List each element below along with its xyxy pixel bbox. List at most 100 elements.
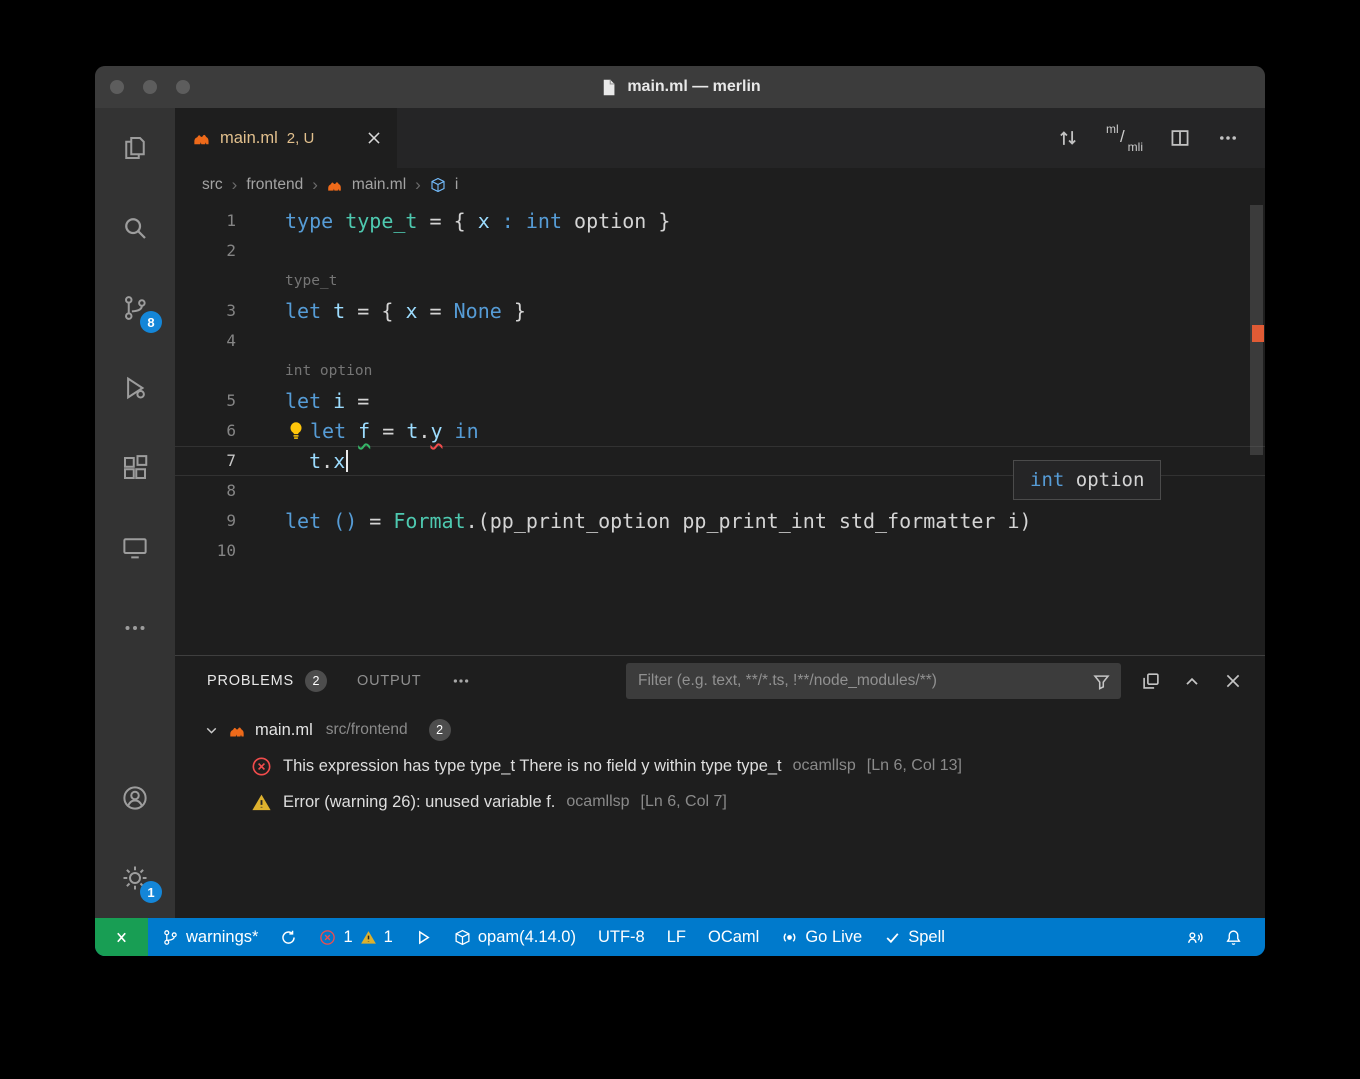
switch-impl-intf-button[interactable]: ml/mli xyxy=(1105,122,1143,154)
code-line[interactable]: 4 xyxy=(175,326,1265,356)
close-tab-icon[interactable] xyxy=(365,129,383,147)
open-changes-icon[interactable] xyxy=(1057,127,1079,149)
code-text: let () = Format.(pp_print_option pp_prin… xyxy=(285,506,1032,536)
status-remote[interactable] xyxy=(95,918,148,956)
window-title: main.ml — merlin xyxy=(599,78,760,97)
activity-bar-more[interactable] xyxy=(95,588,175,668)
status-problems-counts[interactable]: 11 xyxy=(308,918,403,956)
tab-label: main.ml xyxy=(220,129,278,148)
status-debug[interactable] xyxy=(404,918,443,956)
line-number: 5 xyxy=(175,386,245,416)
inline-type-hint-row: int option xyxy=(175,356,1265,386)
code-line[interactable]: 9let () = Format.(pp_print_option pp_pri… xyxy=(175,506,1265,536)
line-number: 4 xyxy=(175,326,245,356)
problems-filter[interactable] xyxy=(626,663,1121,699)
problems-file-path: src/frontend xyxy=(326,721,408,739)
status-encoding[interactable]: UTF-8 xyxy=(587,918,656,956)
activity-bar-run-debug[interactable] xyxy=(95,348,175,428)
output-tab-label: OUTPUT xyxy=(357,673,421,689)
problem-message: This expression has type type_t There is… xyxy=(283,757,782,776)
split-editor-icon[interactable] xyxy=(1169,127,1191,149)
minimize-window-button[interactable] xyxy=(143,80,157,94)
problem-location: [Ln 6, Col 7] xyxy=(641,793,727,811)
code-line[interactable]: 2 xyxy=(175,236,1265,266)
breadcrumb-symbol[interactable]: i xyxy=(455,176,458,194)
activity-bar-search[interactable] xyxy=(95,188,175,268)
code-line[interactable]: 3let t = { x = None } xyxy=(175,296,1265,326)
status-branch[interactable]: warnings* xyxy=(151,918,269,956)
status-notifications[interactable] xyxy=(1214,918,1253,956)
chevron-down-icon[interactable] xyxy=(203,722,220,739)
filter-icon[interactable] xyxy=(1092,672,1111,691)
panel-header: PROBLEMS 2 OUTPUT xyxy=(175,656,1265,706)
activity-bar-account[interactable] xyxy=(95,758,175,838)
breadcrumb-frontend[interactable]: frontend xyxy=(246,176,303,194)
symbol-cube-icon xyxy=(430,177,446,193)
line-number: 2 xyxy=(175,236,245,266)
breadcrumb: src › frontend › main.ml › i xyxy=(175,168,1265,202)
problem-row-warning[interactable]: Error (warning 26): unused variable f.oc… xyxy=(175,784,1265,820)
type-hover-tooltip: int option xyxy=(1013,460,1161,500)
activity-bar-source-control[interactable]: 8 xyxy=(95,268,175,348)
tab-bar: main.ml 2, U ml/mli xyxy=(175,108,1265,168)
problem-row-error[interactable]: This expression has type type_t There is… xyxy=(175,748,1265,784)
title-bar[interactable]: main.ml — merlin xyxy=(95,66,1265,108)
problem-source: ocamllsp xyxy=(793,757,856,775)
lightbulb-icon xyxy=(285,421,306,442)
run-debug-icon xyxy=(120,373,150,403)
tab-decoration: 2, U xyxy=(287,130,315,147)
package-icon xyxy=(454,929,471,946)
code-line[interactable]: 10 xyxy=(175,536,1265,566)
chevron-right-icon: › xyxy=(415,175,421,195)
tab-main-ml[interactable]: main.ml 2, U xyxy=(175,108,397,168)
view-toggle-icon[interactable] xyxy=(1141,671,1161,691)
chevron-right-icon: › xyxy=(312,175,318,195)
broadcast-icon xyxy=(781,929,798,946)
status-language[interactable]: OCaml xyxy=(697,918,770,956)
code-text: let t = { x = None } xyxy=(285,296,526,326)
status-eol[interactable]: LF xyxy=(656,918,697,956)
problems-file-group[interactable]: main.ml src/frontend 2 xyxy=(175,712,1265,748)
line-number: 1 xyxy=(175,206,245,236)
status-opam[interactable]: opam(4.14.0) xyxy=(443,918,587,956)
account-icon xyxy=(120,783,150,813)
activity-bar-remote-explorer[interactable] xyxy=(95,508,175,588)
code-line[interactable]: 5 let i = xyxy=(175,386,1265,416)
debug-icon xyxy=(415,929,432,946)
problems-filter-input[interactable] xyxy=(638,672,1092,690)
feedback-icon xyxy=(1186,929,1203,946)
status-sync[interactable] xyxy=(269,918,308,956)
status-spell[interactable]: Spell xyxy=(873,918,956,956)
ocaml-file-icon xyxy=(193,129,211,147)
text-cursor xyxy=(346,450,348,472)
tab-problems[interactable]: PROBLEMS 2 xyxy=(207,670,327,692)
vscode-window: main.ml — merlin 8 1 main.ml 2, U xyxy=(95,66,1265,956)
activity-bar-explorer[interactable] xyxy=(95,108,175,188)
maximize-panel-icon[interactable] xyxy=(1182,671,1202,691)
more-panel-tabs-icon[interactable] xyxy=(451,671,471,691)
code-line[interactable]: 1type type_t = { x : int option } xyxy=(175,206,1265,236)
line-number: 8 xyxy=(175,476,245,506)
status-go-live[interactable]: Go Live xyxy=(770,918,873,956)
tab-output[interactable]: OUTPUT xyxy=(357,673,421,689)
breadcrumb-src[interactable]: src xyxy=(202,176,223,194)
status-feedback[interactable] xyxy=(1175,918,1214,956)
traffic-lights xyxy=(110,66,190,108)
status-bar: warnings* 11 opam(4.14.0)UTF-8LFOCamlGo Li… xyxy=(95,918,1265,956)
inline-type-hint: int option xyxy=(285,356,372,386)
branch-icon xyxy=(162,929,179,946)
activity-bar-settings[interactable]: 1 xyxy=(95,838,175,918)
activity-bar: 8 1 xyxy=(95,108,175,918)
editor-actions: ml/mli xyxy=(1057,108,1265,168)
document-icon xyxy=(599,78,618,97)
code-line[interactable]: 6let f = t.y in xyxy=(175,416,1265,446)
zoom-window-button[interactable] xyxy=(176,80,190,94)
close-window-button[interactable] xyxy=(110,80,124,94)
close-panel-icon[interactable] xyxy=(1223,671,1243,691)
activity-bar-extensions[interactable] xyxy=(95,428,175,508)
code-text: let i = xyxy=(285,386,369,416)
editor[interactable]: 1type type_t = { x : int option }2type_t… xyxy=(175,202,1265,655)
breadcrumb-file[interactable]: main.ml xyxy=(352,176,406,194)
more-actions-icon[interactable] xyxy=(1217,127,1239,149)
overview-ruler-error-mark xyxy=(1252,325,1264,342)
